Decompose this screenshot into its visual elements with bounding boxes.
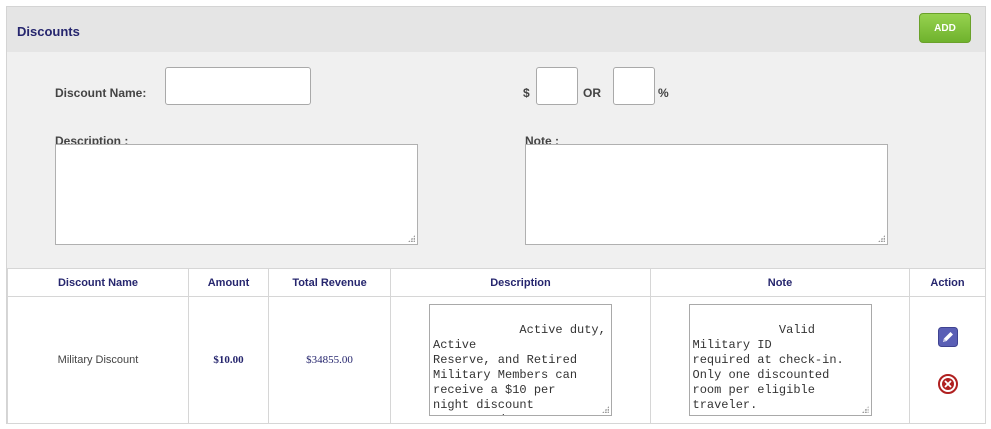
description-textarea[interactable] <box>55 144 418 245</box>
row-description-textarea[interactable]: Active duty, Active Reserve, and Retired… <box>429 304 612 416</box>
row-note-textarea[interactable]: Valid Military ID required at check-in. … <box>688 304 872 416</box>
delete-circle-icon[interactable] <box>937 373 958 394</box>
pencil-icon[interactable] <box>937 326 958 347</box>
column-header: Description <box>390 268 651 297</box>
resize-grip-icon[interactable] <box>878 235 885 242</box>
column-header: Note <box>650 268 910 297</box>
or-label: OR <box>583 86 601 100</box>
action-cell <box>909 296 986 424</box>
column-header: Discount Name <box>7 268 189 297</box>
amount-cell: $10.00 <box>188 296 269 424</box>
dollar-label: $ <box>523 86 530 100</box>
percent-label: % <box>658 86 669 100</box>
column-header: Amount <box>188 268 269 297</box>
note-cell: Valid Military ID required at check-in. … <box>650 296 910 424</box>
percent-amount-input[interactable] <box>613 67 655 105</box>
dollar-amount-input[interactable] <box>536 67 578 105</box>
add-button[interactable]: ADD <box>919 13 971 43</box>
discount-name-cell: Military Discount <box>7 296 189 424</box>
panel-header: Discounts ADD <box>7 7 985 52</box>
page-title: Discounts <box>17 24 80 39</box>
resize-grip-icon[interactable] <box>602 406 609 413</box>
discount-name-input[interactable] <box>165 67 311 105</box>
table-header-row: Discount Name Amount Total Revenue Descr… <box>7 268 986 297</box>
table-row: Military Discount $10.00 $34855.00 Activ… <box>7 296 986 424</box>
row-note-text: Valid Military ID required at check-in. … <box>692 323 844 412</box>
discount-name-label: Discount Name: <box>55 86 147 100</box>
total-revenue-cell: $34855.00 <box>268 296 391 424</box>
discounts-table: Discount Name Amount Total Revenue Descr… <box>7 268 986 424</box>
description-cell: Active duty, Active Reserve, and Retired… <box>390 296 651 424</box>
resize-grip-icon[interactable] <box>861 406 869 413</box>
discounts-panel: Discounts ADD Discount Name: $ OR % Desc… <box>6 6 986 424</box>
column-header: Action <box>909 268 986 297</box>
resize-grip-icon[interactable] <box>408 235 415 242</box>
discount-form: Discount Name: $ OR % Description : Note… <box>7 52 985 268</box>
row-description-text: Active duty, Active Reserve, and Retired… <box>433 323 606 415</box>
note-textarea[interactable] <box>525 144 888 245</box>
column-header: Total Revenue <box>268 268 391 297</box>
